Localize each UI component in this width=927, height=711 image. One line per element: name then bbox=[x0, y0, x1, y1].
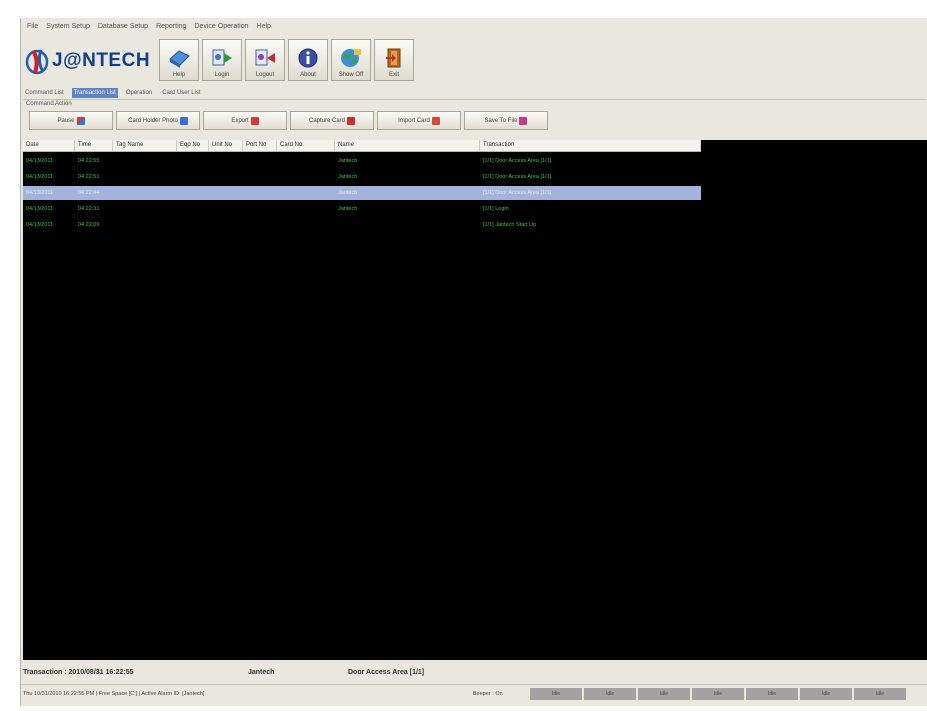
system-status-bar: Thu 10/31/2010 16:22:55 PM | Free Space … bbox=[21, 684, 927, 703]
column-eqp-no[interactable]: Eqp No bbox=[177, 140, 209, 151]
logout-icon bbox=[255, 49, 275, 66]
column-name[interactable]: Name bbox=[335, 140, 480, 151]
last-transaction-time: Transaction : 2010/08/31 16:22:55 bbox=[23, 668, 134, 676]
column-tag-name[interactable]: Tag Name bbox=[113, 140, 177, 151]
help-book-icon bbox=[169, 50, 190, 68]
beeper-status: Beeper : On bbox=[473, 691, 503, 697]
table-row-selected[interactable]: 04/13/2011 04:22:44 Jantech [1/1] Door A… bbox=[23, 186, 701, 200]
table-row[interactable]: 04/13/2011 04:22:31 Jantech [1/1] Login bbox=[23, 202, 701, 216]
logo-text: J@NTECH bbox=[52, 50, 151, 71]
save-file-icon bbox=[519, 116, 528, 125]
table-row[interactable]: 04/13/2011 04:22:55 Jantech [1/1] Door A… bbox=[23, 154, 701, 168]
about-icon bbox=[298, 48, 318, 68]
column-card-no[interactable]: Card No bbox=[277, 140, 335, 151]
menu-help[interactable]: Help bbox=[257, 23, 271, 30]
table-row[interactable]: 04/13/2011 04:22:51 Jantech [1/1] Door A… bbox=[23, 170, 701, 184]
channel-status: Idle bbox=[854, 688, 906, 700]
tab-operation[interactable]: Operation bbox=[124, 88, 154, 98]
logout-button[interactable]: Logout bbox=[245, 39, 285, 81]
menu-system-setup[interactable]: System Setup bbox=[46, 23, 90, 30]
grid-header: Date Time Tag Name Eqp No Unit No Port N… bbox=[23, 140, 701, 152]
about-button[interactable]: About bbox=[288, 39, 328, 81]
channel-status: Idle bbox=[530, 688, 582, 700]
command-action-title: Command Action bbox=[26, 101, 72, 107]
transaction-status-bar: Transaction : 2010/08/31 16:22:55 Jantec… bbox=[23, 664, 926, 680]
show-off-icon bbox=[341, 49, 361, 67]
menu-device-operation[interactable]: Device Operation bbox=[194, 23, 248, 30]
column-transaction[interactable]: Transaction bbox=[480, 140, 701, 151]
tab-card-user-list[interactable]: Card User List bbox=[160, 88, 202, 98]
help-button[interactable]: Help bbox=[159, 39, 199, 81]
column-unit-no[interactable]: Unit No bbox=[209, 140, 243, 151]
channel-status: Idle bbox=[584, 688, 636, 700]
channel-status: Idle bbox=[746, 688, 798, 700]
exit-door-icon bbox=[386, 48, 401, 68]
channel-status: Idle bbox=[692, 688, 744, 700]
toolbar: J@NTECH Help Login Logout About Show Off… bbox=[21, 36, 927, 86]
pencil-icon bbox=[76, 116, 85, 125]
tab-command-list[interactable]: Command List bbox=[23, 88, 66, 98]
photo-icon bbox=[179, 116, 188, 125]
jantech-logo: J@NTECH bbox=[25, 44, 150, 78]
card-holder-photo-button[interactable]: Card Holder Photo bbox=[116, 111, 200, 130]
transaction-grid[interactable]: Date Time Tag Name Eqp No Unit No Port N… bbox=[23, 140, 927, 660]
system-info: Thu 10/31/2010 16:22:55 PM | Free Space … bbox=[23, 691, 205, 697]
exit-button[interactable]: Exit bbox=[374, 39, 414, 81]
capture-card-button[interactable]: Capture Card bbox=[290, 111, 374, 130]
save-to-file-button[interactable]: Save To File bbox=[464, 111, 548, 130]
table-row[interactable]: 04/13/2011 04:22:09 [1/1] Jantech Start … bbox=[23, 218, 701, 232]
menu-database-setup[interactable]: Database Setup bbox=[98, 23, 148, 30]
import-card-button[interactable]: Import Card bbox=[377, 111, 461, 130]
menu-bar: File System Setup Database Setup Reporti… bbox=[21, 18, 927, 34]
import-card-icon bbox=[431, 116, 440, 125]
app-window: File System Setup Database Setup Reporti… bbox=[20, 18, 927, 706]
export-icon bbox=[250, 116, 259, 125]
menu-reporting[interactable]: Reporting bbox=[156, 23, 186, 30]
command-action-panel: Command Action Pause Card Holder Photo E… bbox=[23, 99, 926, 140]
tab-transaction-list[interactable]: Transaction List bbox=[71, 88, 118, 98]
capture-card-icon bbox=[347, 116, 356, 125]
channel-status: Idle bbox=[638, 688, 690, 700]
export-button[interactable]: Export bbox=[203, 111, 287, 130]
logo-icon bbox=[25, 49, 49, 75]
tab-strip: Command List Transaction List Operation … bbox=[23, 88, 203, 98]
login-icon bbox=[212, 49, 232, 66]
pause-button[interactable]: Pause bbox=[29, 111, 113, 130]
column-port-no[interactable]: Port No bbox=[243, 140, 277, 151]
last-transaction-name: Jantech bbox=[248, 668, 275, 676]
login-button[interactable]: Login bbox=[202, 39, 242, 81]
last-transaction-event: Door Access Area [1/1] bbox=[348, 668, 425, 676]
show-off-button[interactable]: Show Off bbox=[331, 39, 371, 81]
menu-file[interactable]: File bbox=[27, 23, 38, 30]
column-date[interactable]: Date bbox=[23, 140, 75, 151]
column-time[interactable]: Time bbox=[75, 140, 113, 151]
channel-status: Idle bbox=[800, 688, 852, 700]
